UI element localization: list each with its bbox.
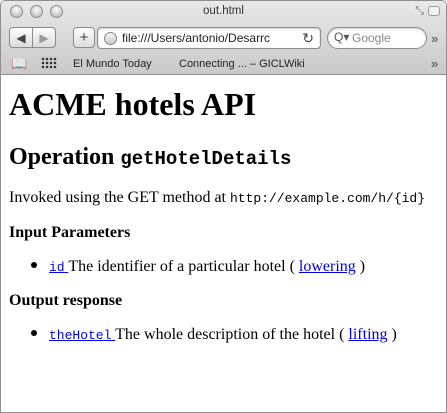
operation-name: getHotelDetails bbox=[120, 148, 292, 170]
invocation-url: http://example.com/h/{id} bbox=[230, 191, 426, 206]
close-paren: ) bbox=[359, 258, 366, 275]
param-link-thehotel[interactable]: theHotel bbox=[49, 326, 115, 343]
page-content: ACME hotels API Operation getHotelDetail… bbox=[1, 76, 446, 412]
output-response-heading: Output response bbox=[9, 292, 123, 309]
bullet bbox=[31, 262, 37, 268]
magnifier-icon[interactable]: Q▾ bbox=[334, 30, 349, 44]
param-name: theHotel bbox=[49, 328, 112, 343]
param-description: The identifier of a particular hotel ( bbox=[68, 258, 295, 275]
navigation-bar: ◀ ▶ + file:///Users/antonio/Desarrc ↻ Q▾… bbox=[1, 27, 446, 51]
param-description: The whole description of the hotel ( bbox=[115, 326, 345, 343]
bookmarks-bar: 📖 El Mundo Today Connecting ... – GICLWi… bbox=[1, 55, 446, 73]
window-title: out.html bbox=[203, 5, 244, 17]
bookmark-giclwiki[interactable]: Connecting ... – GICLWiki bbox=[179, 58, 305, 70]
bullet bbox=[31, 330, 37, 336]
forward-button[interactable]: ▶ bbox=[32, 27, 56, 48]
lowering-link[interactable]: lowering bbox=[299, 258, 356, 275]
invocation-text: Invoked using the GET method at bbox=[9, 189, 226, 206]
resize-icon: ⤡ bbox=[415, 5, 424, 17]
toolbar-overflow-icon[interactable]: » bbox=[431, 31, 438, 46]
search-input[interactable] bbox=[352, 31, 422, 45]
bookmark-el-mundo-today[interactable]: El Mundo Today bbox=[73, 58, 152, 70]
globe-icon bbox=[104, 32, 117, 45]
operation-heading: Operation getHotelDetails bbox=[9, 144, 291, 171]
close-paren: ) bbox=[391, 326, 397, 343]
title-bar: out.html ⤡ bbox=[1, 1, 446, 23]
grid-icon[interactable] bbox=[41, 57, 57, 69]
invocation-paragraph: Invoked using the GET method at http://e… bbox=[9, 189, 425, 207]
address-bar[interactable]: file:///Users/antonio/Desarrc ↻ bbox=[97, 27, 321, 49]
search-box[interactable]: Q▾ bbox=[327, 27, 427, 49]
reload-icon[interactable]: ↻ bbox=[302, 30, 314, 47]
browser-chrome: out.html ⤡ ◀ ▶ + file:///Users/antonio/D… bbox=[1, 1, 446, 75]
book-icon[interactable]: 📖 bbox=[11, 56, 27, 72]
param-link-id[interactable]: id bbox=[49, 258, 68, 275]
operation-label: Operation bbox=[9, 144, 115, 170]
list-item: id The identifier of a particular hotel … bbox=[31, 258, 365, 276]
lifting-link[interactable]: lifting bbox=[348, 326, 387, 343]
address-text[interactable]: file:///Users/antonio/Desarrc bbox=[122, 31, 294, 45]
page-title: ACME hotels API bbox=[9, 86, 257, 122]
bookmarks-overflow-icon[interactable]: » bbox=[431, 56, 438, 71]
list-item: theHotel The whole description of the ho… bbox=[31, 326, 397, 344]
toolbar-toggle-button[interactable] bbox=[428, 6, 440, 16]
input-parameters-heading: Input Parameters bbox=[9, 224, 131, 241]
back-button[interactable]: ◀ bbox=[9, 27, 33, 48]
param-name: id bbox=[49, 260, 65, 275]
browser-window: out.html ⤡ ◀ ▶ + file:///Users/antonio/D… bbox=[0, 0, 447, 413]
add-bookmark-button[interactable]: + bbox=[73, 27, 95, 48]
